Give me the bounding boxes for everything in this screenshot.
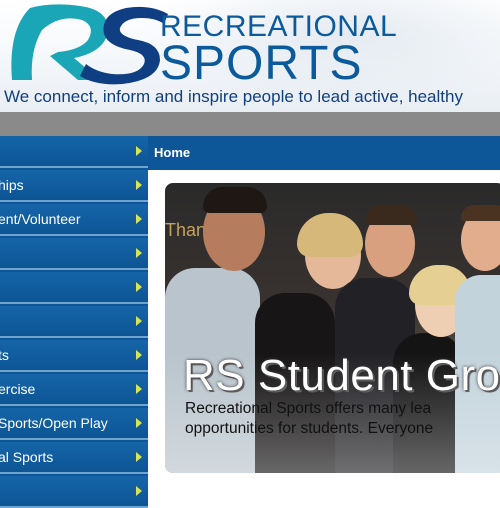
sidebar-item-1[interactable] [0,136,148,168]
tagline: We connect, inform and inspire people to… [4,87,463,106]
sidebar-item-label: hips [0,177,24,193]
sidebar-item-label: al Sports [0,449,54,465]
sidebar-item-9[interactable]: Sports/Open Play [0,408,148,440]
sidebar-item-4[interactable] [0,238,148,270]
site-header: RECREATIONAL SPORTS We connect, inform a… [0,0,500,112]
hero-body-line1: Recreational Sports offers many lea [185,400,432,417]
hero-body-line2: opportunities for students. Everyone [185,420,434,437]
hero-banner[interactable]: Than RS Student Gro Recreational Sports … [165,183,500,473]
sidebar-item-6[interactable] [0,306,148,338]
chevron-right-icon [136,214,142,224]
chevron-right-icon [136,248,142,258]
hero-background-text: Than [165,220,207,240]
sidebar-item-11[interactable] [0,476,148,508]
rs-logo-icon[interactable] [0,0,170,88]
chevron-right-icon [136,350,142,360]
chevron-right-icon [136,452,142,462]
person-5-hair [461,205,500,221]
sidebar-item-3[interactable]: ent/Volunteer [0,204,148,236]
hero-title: RS Student Gro [183,351,500,400]
chevron-right-icon [136,316,142,326]
sidebar-item-8[interactable]: ercise [0,374,148,406]
sidebar-item-10[interactable]: al Sports [0,442,148,474]
person-1-hair [203,187,267,213]
hero-body-text: Recreational Sports offers many lea oppo… [185,399,433,439]
sidebar-nav: hips ent/Volunteer ts ercise Sports/Open… [0,136,148,508]
brand-name-line2: SPORTS [160,37,363,90]
sidebar-item-label: ercise [0,381,36,397]
sidebar-item-2[interactable]: hips [0,170,148,202]
person-3-hair [365,205,417,225]
person-2-hair [297,213,363,257]
sidebar-item-5[interactable] [0,272,148,304]
sidebar-item-label: ent/Volunteer [0,211,81,227]
chevron-right-icon [136,418,142,428]
chevron-right-icon [136,282,142,292]
chevron-right-icon [136,486,142,496]
chevron-right-icon [136,180,142,190]
breadcrumb-home-link[interactable]: Home [154,145,190,160]
sidebar-item-7[interactable]: ts [0,340,148,372]
chevron-right-icon [136,384,142,394]
breadcrumb-bar: Home [148,136,500,170]
chevron-right-icon [136,146,142,156]
header-divider-band [0,112,500,136]
sidebar-item-label: Sports/Open Play [0,415,108,431]
sidebar-item-label: ts [0,347,9,363]
